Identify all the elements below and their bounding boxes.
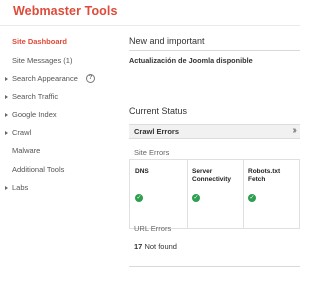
check-icon: ✓ (192, 194, 200, 202)
section-divider (129, 50, 300, 51)
site-error-name: DNS (135, 168, 149, 176)
sidebar-item-label: Search Traffic (12, 92, 59, 101)
crawl-errors-title: Crawl Errors (134, 127, 180, 136)
app-title[interactable]: Webmaster Tools (13, 4, 118, 18)
site-error-name-line: Server (192, 168, 213, 175)
site-error-name-line: Fetch (248, 176, 266, 183)
help-icon[interactable]: ? (86, 74, 95, 83)
news-item[interactable]: Actualización de Joomla disponible (129, 56, 253, 65)
sidebar-item-label: Site Messages (1) (12, 56, 73, 65)
check-icon: ✓ (248, 194, 256, 202)
sidebar-item-label: Crawl (12, 128, 32, 137)
site-error-name: Robots.txt Fetch (248, 168, 280, 184)
sidebar-item-search-traffic[interactable]: Search Traffic (0, 90, 122, 104)
sidebar-item-label: Google Index (12, 110, 57, 119)
check-icon: ✓ (135, 194, 143, 202)
expand-arrow-icon (5, 77, 8, 81)
sidebar-item-site-messages[interactable]: Site Messages (1) (0, 54, 122, 68)
url-errors-label: URL Errors (134, 224, 172, 233)
site-error-name: Server Connectivity (192, 168, 231, 184)
sidebar-item-malware[interactable]: Malware (0, 144, 122, 158)
site-error-name-line: DNS (135, 168, 149, 175)
header: Webmaster Tools (0, 0, 300, 26)
sidebar-item-google-index[interactable]: Google Index (0, 108, 122, 122)
sidebar-item-label: Malware (12, 146, 41, 155)
main-content: New and important Actualización de Jooml… (129, 26, 300, 283)
double-chevron-right-icon[interactable]: ›› (292, 125, 296, 137)
site-errors-box: DNS ✓ Server Connectivity ✓ Robots.txt F… (129, 159, 300, 229)
site-error-dns: DNS ✓ (130, 160, 187, 228)
status-section-title: Current Status (129, 106, 188, 116)
site-errors-label: Site Errors (134, 148, 170, 157)
news-section-title: New and important (129, 36, 205, 46)
sidebar-item-label: Additional Tools (12, 165, 65, 174)
site-error-server-connectivity: Server Connectivity ✓ (187, 160, 244, 228)
site-error-name-line: Connectivity (192, 176, 232, 183)
sidebar-item-labs[interactable]: Labs (0, 181, 122, 195)
crawl-errors-header[interactable]: Crawl Errors ›› (129, 124, 300, 139)
sidebar-item-crawl[interactable]: Crawl (0, 126, 122, 140)
sidebar-item-label: Search Appearance (12, 74, 78, 83)
sidebar-item-label: Site Dashboard (12, 37, 68, 46)
section-divider (129, 266, 300, 267)
url-errors-type: Not found (144, 242, 177, 251)
sidebar-item-search-appearance[interactable]: Search Appearance ? (0, 72, 122, 86)
sidebar-item-label: Labs (12, 183, 29, 192)
url-errors-count: 17 (134, 242, 143, 251)
expand-arrow-icon (5, 113, 8, 117)
expand-arrow-icon (5, 131, 8, 135)
sidebar: Site Dashboard Site Messages (1) Search … (0, 26, 122, 283)
site-error-robots-fetch: Robots.txt Fetch ✓ (243, 160, 300, 228)
sidebar-item-site-dashboard[interactable]: Site Dashboard (0, 35, 122, 49)
expand-arrow-icon (5, 95, 8, 99)
sidebar-item-additional-tools[interactable]: Additional Tools (0, 163, 122, 177)
site-error-name-line: Robots.txt (248, 168, 281, 175)
url-errors-not-found[interactable]: 17 Not found (134, 242, 177, 251)
expand-arrow-icon (5, 186, 8, 190)
